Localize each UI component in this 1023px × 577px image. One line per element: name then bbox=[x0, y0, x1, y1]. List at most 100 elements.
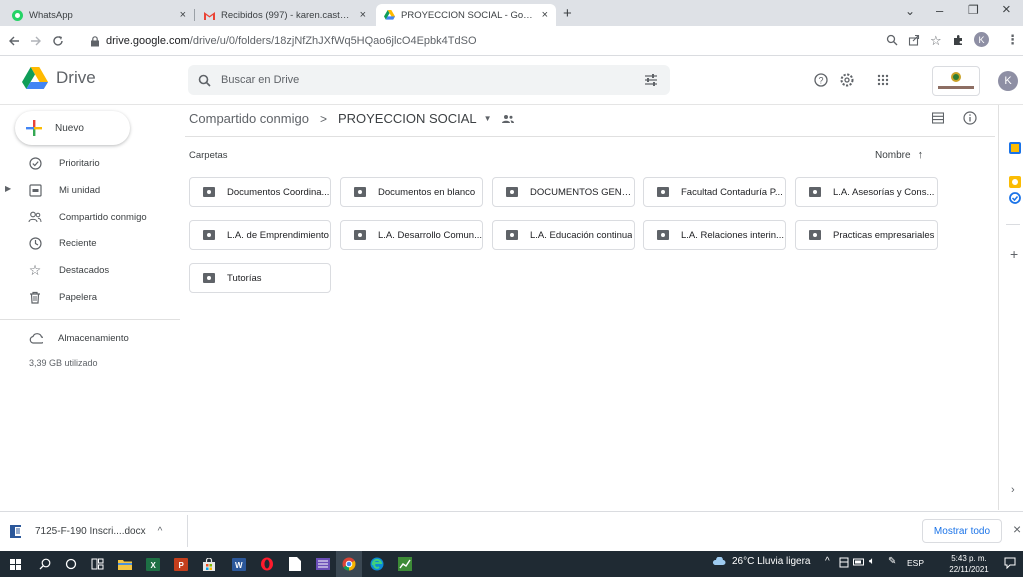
download-chevron-icon[interactable]: ^ bbox=[158, 526, 163, 537]
folder-item[interactable]: Tutorías bbox=[189, 263, 331, 293]
opera-icon[interactable] bbox=[254, 551, 280, 577]
language-indicator[interactable]: ESP bbox=[907, 558, 924, 568]
cloud-icon bbox=[29, 331, 43, 345]
apps-grid-icon[interactable] bbox=[877, 74, 889, 86]
clock-date: 22/11/2021 bbox=[949, 565, 989, 574]
info-icon[interactable] bbox=[963, 111, 977, 125]
new-tab-button[interactable]: + bbox=[563, 5, 572, 22]
tab-close-button[interactable]: × bbox=[542, 9, 548, 21]
chrome-taskbar-icon[interactable] bbox=[336, 551, 362, 577]
new-button[interactable]: Nuevo bbox=[15, 111, 130, 145]
sidebar-item-almacenamiento[interactable]: Almacenamiento bbox=[0, 325, 180, 351]
sort-arrow-icon: ↑ bbox=[917, 149, 924, 161]
close-window-button[interactable]: × bbox=[1002, 1, 1011, 18]
store-icon[interactable] bbox=[196, 551, 222, 577]
shared-folder-icon bbox=[809, 230, 821, 240]
app-chart-icon[interactable] bbox=[392, 551, 418, 577]
folder-item[interactable]: L.A. Relaciones interin... bbox=[643, 220, 786, 250]
list-view-icon[interactable] bbox=[932, 112, 944, 124]
zoom-icon[interactable] bbox=[886, 34, 898, 46]
share-icon[interactable] bbox=[908, 34, 920, 46]
word-icon[interactable]: W bbox=[226, 551, 252, 577]
windows-start-icon[interactable] bbox=[2, 551, 28, 577]
tab-close-button[interactable]: × bbox=[360, 9, 366, 21]
weather-widget[interactable]: 26°C Lluvia ligera bbox=[712, 556, 811, 567]
folder-item[interactable]: L.A. Asesorías y Cons... bbox=[795, 177, 938, 207]
folder-item[interactable]: L.A. Educación continua bbox=[492, 220, 635, 250]
sort-button[interactable]: Nombre ↑ bbox=[875, 149, 923, 161]
organization-logo[interactable] bbox=[932, 66, 980, 96]
download-item[interactable]: 7125-F-190 Inscri....docx ^ bbox=[10, 519, 180, 543]
tray-chevron-icon[interactable]: ^ bbox=[825, 556, 830, 567]
download-divider bbox=[187, 515, 188, 547]
folder-name: Facultad Contaduría P... bbox=[681, 186, 783, 198]
tab-whatsapp[interactable]: WhatsApp × bbox=[4, 4, 194, 26]
chrome-menu-icon[interactable]: ⋮ bbox=[1006, 32, 1019, 48]
back-button[interactable] bbox=[4, 31, 24, 51]
bookmark-star-icon[interactable]: ☆ bbox=[930, 33, 942, 49]
expand-panel-icon[interactable]: › bbox=[1011, 484, 1015, 496]
folder-item[interactable]: Facultad Contaduría P... bbox=[643, 177, 786, 207]
folder-item[interactable]: DOCUMENTOS GENER... bbox=[492, 177, 635, 207]
breadcrumb-separator: > bbox=[319, 111, 327, 126]
drive-logo-icon[interactable] bbox=[22, 67, 48, 89]
volume-icon[interactable]: 🔈︎ bbox=[869, 556, 875, 567]
profile-avatar[interactable]: K bbox=[974, 32, 989, 47]
search-input[interactable]: Buscar en Drive bbox=[188, 65, 670, 95]
tasks-icon[interactable] bbox=[1009, 188, 1021, 204]
chevron-down-icon[interactable]: ▼ bbox=[484, 114, 492, 123]
edge-icon[interactable] bbox=[364, 551, 390, 577]
account-avatar[interactable]: K bbox=[998, 71, 1018, 91]
forward-button[interactable] bbox=[26, 31, 46, 51]
shared-folder-icon bbox=[657, 187, 669, 197]
network-icon[interactable] bbox=[839, 557, 849, 568]
document-icon[interactable] bbox=[282, 551, 308, 577]
tab-close-button[interactable]: × bbox=[180, 9, 186, 21]
settings-gear-icon[interactable] bbox=[840, 73, 854, 87]
sidebar-item-destacados[interactable]: ☆ Destacados bbox=[0, 257, 180, 283]
help-icon[interactable]: ? bbox=[814, 73, 828, 87]
folder-item[interactable]: Practicas empresariales bbox=[795, 220, 938, 250]
tools-icon[interactable] bbox=[310, 551, 336, 577]
extensions-icon[interactable] bbox=[952, 34, 964, 46]
search-options-icon[interactable] bbox=[644, 73, 658, 87]
excel-icon[interactable]: X bbox=[140, 551, 166, 577]
cortana-icon[interactable] bbox=[58, 551, 84, 577]
minimize-button[interactable]: – bbox=[936, 3, 943, 18]
reload-button[interactable] bbox=[48, 31, 68, 51]
show-all-button[interactable]: Mostrar todo bbox=[922, 519, 1002, 543]
sidebar-item-label: Papelera bbox=[59, 291, 98, 303]
star-icon: ☆ bbox=[28, 261, 42, 278]
breadcrumb-current[interactable]: PROYECCION SOCIAL bbox=[338, 111, 477, 126]
sidebar-item-reciente[interactable]: Reciente bbox=[0, 230, 180, 256]
file-explorer-icon[interactable] bbox=[112, 551, 138, 577]
folder-item[interactable]: Documentos Coordina... bbox=[189, 177, 331, 207]
search-icon[interactable] bbox=[32, 551, 58, 577]
app-title[interactable]: Drive bbox=[56, 68, 96, 88]
tab-drive[interactable]: PROYECCION SOCIAL - Google D × bbox=[376, 4, 556, 26]
notifications-icon[interactable] bbox=[1004, 557, 1016, 569]
shared-folder-icon bbox=[506, 187, 518, 197]
maximize-button[interactable]: ❐ bbox=[968, 3, 979, 17]
sidebar-item-mi-unidad[interactable]: Mi unidad bbox=[0, 177, 180, 203]
task-view-icon[interactable] bbox=[84, 551, 110, 577]
pen-icon[interactable]: ✎ bbox=[888, 556, 896, 567]
add-addon-icon[interactable]: + bbox=[1010, 246, 1018, 262]
sidebar-item-compartido[interactable]: Compartido conmigo bbox=[0, 204, 180, 230]
folder-item[interactable]: L.A. de Emprendimiento bbox=[189, 220, 331, 250]
sidebar-item-prioritario[interactable]: Prioritario bbox=[0, 150, 180, 176]
sidebar-item-papelera[interactable]: Papelera bbox=[0, 284, 180, 310]
tab-search-button[interactable]: ⌄ bbox=[905, 4, 915, 18]
battery-icon[interactable] bbox=[853, 557, 865, 567]
tab-gmail[interactable]: Recibidos (997) - karen.castaned × bbox=[196, 4, 374, 26]
download-close-button[interactable]: × bbox=[1013, 521, 1021, 537]
keep-icon[interactable] bbox=[1009, 176, 1021, 188]
clock[interactable]: 5:43 p. m. 22/11/2021 bbox=[940, 553, 998, 575]
folder-item[interactable]: Documentos en blanco bbox=[340, 177, 483, 207]
powerpoint-icon[interactable]: P bbox=[168, 551, 194, 577]
shared-folder-icon bbox=[203, 187, 215, 197]
address-bar[interactable]: drive.google.com/drive/u/0/folders/18zjN… bbox=[90, 30, 910, 52]
calendar-icon[interactable] bbox=[1009, 142, 1021, 154]
breadcrumb-parent[interactable]: Compartido conmigo bbox=[189, 111, 309, 126]
folder-item[interactable]: L.A. Desarrollo Comun... bbox=[340, 220, 483, 250]
